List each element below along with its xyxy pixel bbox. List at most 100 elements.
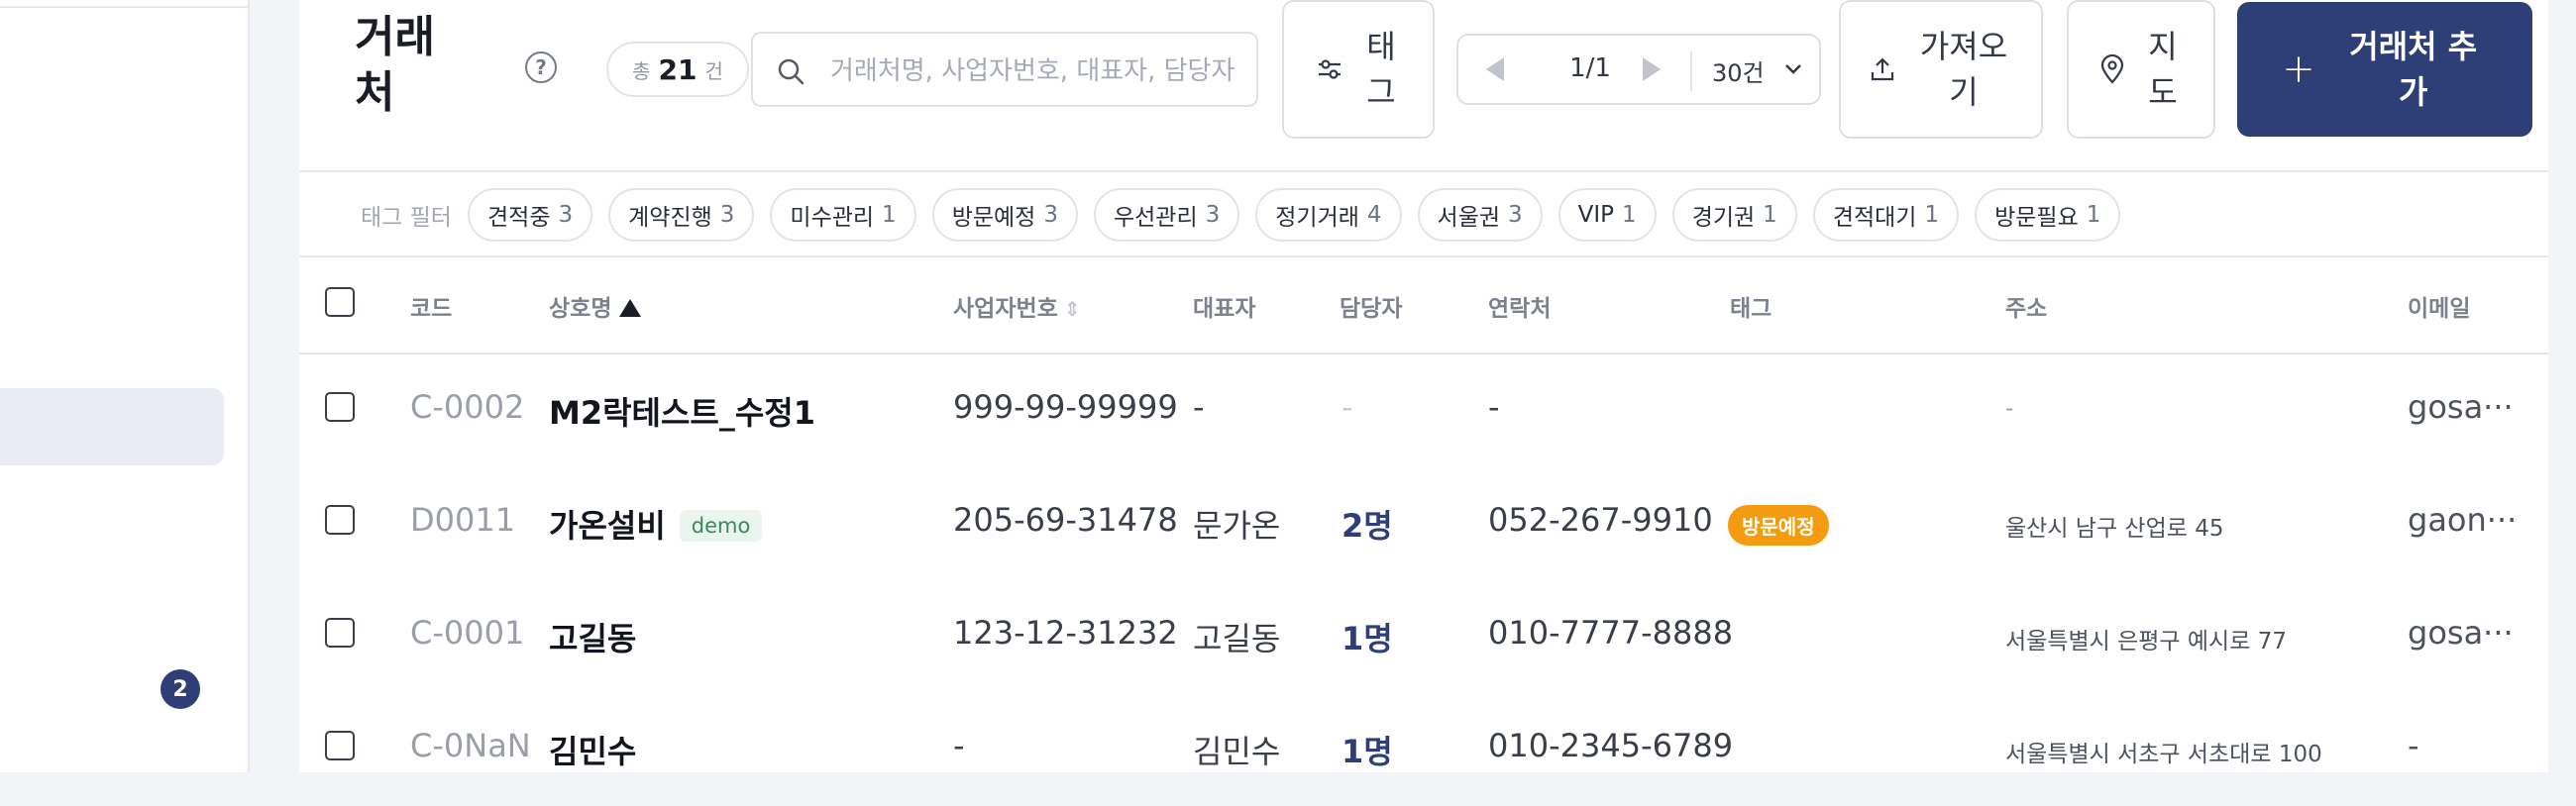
tag-chip-count: 1	[1763, 202, 1777, 228]
row-checkbox[interactable]	[325, 505, 355, 535]
tag-chip-name: VIP	[1577, 202, 1615, 228]
cell-ceo: 문가온	[1193, 507, 1281, 545]
tag-chip[interactable]: 정기거래 4	[1255, 188, 1402, 242]
tag-chip[interactable]: 방문예정 3	[931, 188, 1078, 242]
tag-chip-count: 3	[1508, 202, 1523, 228]
status-badge: 방문예정	[1728, 505, 1829, 546]
cell-biz-no: 999-99-99999	[953, 388, 1178, 426]
col-ceo[interactable]: 대표자	[1193, 289, 1255, 323]
col-email[interactable]: 이메일	[2408, 289, 2470, 323]
tag-chip-count: 3	[719, 202, 735, 228]
map-button-label: 지도	[2148, 28, 2178, 111]
tag-button-label: 태그	[1366, 28, 1396, 111]
chevron-down-icon[interactable]	[1783, 59, 1803, 79]
cell-biz-no: 205-69-31478	[953, 501, 1178, 539]
header-divider	[299, 170, 2548, 172]
cell-ceo: 김민수	[1193, 733, 1281, 770]
col-biz-no-sort[interactable]: 사업자번호 ⇕	[953, 289, 1081, 323]
cell-biz-no: -	[953, 727, 965, 764]
tag-chip-name: 방문필요	[1994, 205, 2079, 231]
count-value: 21	[658, 52, 698, 86]
cell-manager[interactable]: 1명	[1342, 727, 1393, 772]
upload-icon	[1871, 57, 1894, 81]
tag-chip[interactable]: 방문필요 1	[1975, 188, 2121, 242]
table-row[interactable]: D0011 가온설비 demo 205-69-31478 문가온 2명 052-2…	[299, 467, 2548, 580]
tag-chip-name: 우선관리	[1113, 205, 1198, 231]
tag-chip[interactable]: 견적중 3	[468, 188, 593, 242]
tag-chip-count: 1	[882, 202, 897, 228]
cell-manager[interactable]: 2명	[1342, 501, 1393, 547]
cell-name[interactable]: 고길동	[549, 614, 636, 659]
tag-chip[interactable]: 경기권 1	[1671, 188, 1797, 242]
page-title: 거래처	[355, 12, 435, 118]
tag-chip-name: 서울권	[1437, 205, 1501, 231]
tag-filter-label: 태그 필터	[361, 205, 452, 231]
cell-address: 울산시 남구 산업로 45	[2005, 516, 2224, 542]
next-page-icon[interactable]	[1643, 57, 1661, 81]
add-client-label: 거래처 추가	[2349, 28, 2478, 111]
cell-address: -	[2005, 396, 2014, 422]
sort-icon: ⇕	[1063, 297, 1081, 321]
cell-ceo: 고길동	[1193, 620, 1281, 657]
col-contact[interactable]: 연락처	[1488, 289, 1551, 323]
cell-code: C-0NaN	[410, 727, 531, 764]
search-box[interactable]	[751, 32, 1258, 107]
cell-name[interactable]: 김민수	[549, 727, 636, 772]
table-header: 코드 상호명 사업자번호 ⇕ 대표자 담당자 연락처 태그 주소 이메일	[299, 257, 2548, 354]
count-suffix: 건	[704, 58, 723, 83]
table-row[interactable]: C-0002 M2락테스트_수정1 999-99-99999 - - - - g…	[299, 354, 2548, 467]
tag-chip-name: 견적대기	[1832, 205, 1917, 231]
question-circle-icon[interactable]: ?	[525, 51, 557, 83]
add-client-button[interactable]: + 거래처 추가	[2237, 2, 2532, 137]
cell-contact: 010-2345-6789	[1488, 727, 1734, 764]
count-prefix: 총	[632, 58, 651, 83]
row-checkbox[interactable]	[325, 618, 355, 648]
table-row[interactable]: C-0NaN 김민수 - 김민수 1명 010-2345-6789 서울특별시 …	[299, 693, 2548, 806]
tag-chip[interactable]: 우선관리 3	[1093, 188, 1240, 242]
col-code[interactable]: 코드	[410, 289, 452, 323]
row-checkbox[interactable]	[325, 731, 355, 760]
cell-email: gosa···	[2408, 388, 2514, 426]
tag-chip[interactable]: 계약진행 3	[608, 188, 755, 242]
cell-biz-no: 123-12-31232	[953, 614, 1178, 652]
cell-name[interactable]: 가온설비 demo	[549, 501, 763, 547]
notification-badge[interactable]: 2	[161, 669, 200, 709]
tag-chip-count: 3	[558, 202, 574, 228]
col-address[interactable]: 주소	[2005, 289, 2047, 323]
col-name-sort[interactable]: 상호명	[549, 289, 642, 323]
select-all-checkbox[interactable]	[325, 287, 355, 317]
col-manager[interactable]: 담당자	[1340, 289, 1402, 323]
cell-contact: 010-7777-8888	[1488, 614, 1734, 652]
tag-chip[interactable]: 미수관리 1	[770, 188, 916, 242]
cell-ceo: -	[1193, 388, 1205, 426]
row-checkbox[interactable]	[325, 392, 355, 422]
page-size-select[interactable]: 30건	[1712, 53, 1765, 88]
pager-divider	[1690, 51, 1692, 91]
demo-badge: demo	[679, 510, 763, 542]
tag-chip[interactable]: VIP 1	[1557, 188, 1657, 242]
search-input[interactable]	[828, 48, 1248, 95]
tag-chip-name: 견적중	[487, 205, 551, 231]
import-button[interactable]: 가져오기	[1839, 0, 2043, 139]
map-pin-icon	[2100, 54, 2124, 84]
cell-name[interactable]: M2락테스트_수정1	[549, 388, 815, 434]
main-panel: 거래처 ? 총 21 건 태그 1/1 30건	[299, 0, 2548, 772]
import-button-label: 가져오기	[1919, 28, 2008, 111]
tag-chip-name: 미수관리	[790, 205, 875, 231]
cell-manager[interactable]: 1명	[1342, 614, 1393, 659]
map-button[interactable]: 지도	[2067, 0, 2215, 139]
sidebar-active-item[interactable]	[0, 388, 224, 465]
tag-chip-count: 1	[2086, 202, 2101, 228]
table-row[interactable]: C-0001 고길동 123-12-31232 고길동 1명 010-7777-…	[299, 580, 2548, 693]
tag-button[interactable]: 태그	[1282, 0, 1435, 139]
cell-email: -	[2408, 727, 2419, 764]
tag-chip-count: 4	[1366, 202, 1382, 228]
tag-chip-count: 1	[1622, 202, 1637, 228]
tag-chip[interactable]: 서울권 3	[1417, 188, 1543, 242]
prev-page-icon[interactable]	[1486, 57, 1504, 81]
cell-email: gosa···	[2408, 614, 2514, 652]
col-tag[interactable]: 태그	[1730, 289, 1771, 323]
cell-name-text: 가온설비	[549, 507, 666, 545]
tag-chip[interactable]: 견적대기 1	[1812, 188, 1960, 242]
page-indicator: 1/1	[1569, 53, 1611, 83]
